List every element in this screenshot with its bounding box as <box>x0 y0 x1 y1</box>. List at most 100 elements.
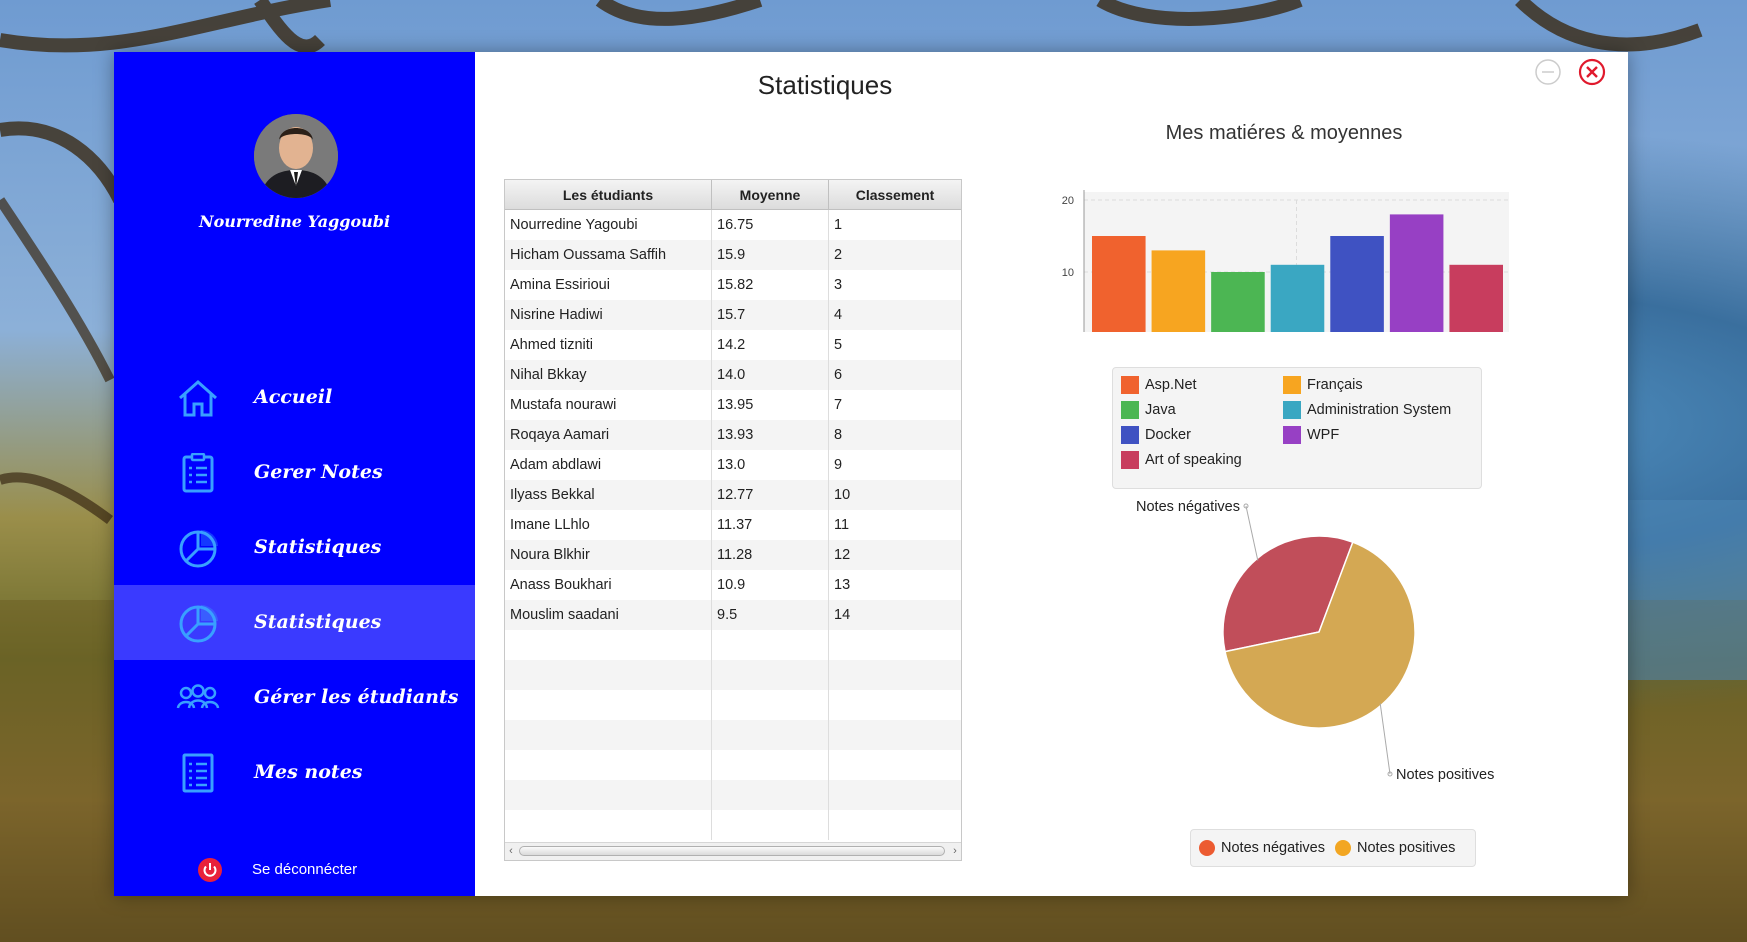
legend-label: Java <box>1145 402 1176 418</box>
moyenne-cell: 15.82 <box>712 270 829 300</box>
sidebar-item-gerer-notes[interactable]: Gerer Notes <box>114 435 475 510</box>
student-name-cell <box>505 810 712 840</box>
sidebar-item-gerer-etudiants[interactable]: Gérer les étudiants <box>114 660 475 735</box>
table-row[interactable]: Roqaya Aamari 13.93 8 <box>505 420 961 450</box>
moyenne-cell: 16.75 <box>712 210 829 240</box>
sidebar-item-statistiques[interactable]: Statistiques <box>114 510 475 585</box>
student-name-cell <box>505 720 712 750</box>
classement-cell: 5 <box>834 337 843 353</box>
scroll-right-icon[interactable]: › <box>949 843 961 860</box>
moyenne-cell: 11.37 <box>712 510 829 540</box>
classement-cell: 9 <box>834 457 843 473</box>
table-row[interactable]: Noura Blkhir 11.28 12 <box>505 540 961 570</box>
column-header-etudiants[interactable]: Les étudiants <box>505 180 712 209</box>
bar-administration-system[interactable] <box>1270 264 1325 332</box>
moyenne-cell <box>712 720 829 750</box>
table-row[interactable]: Adam abdlawi 13.0 9 <box>505 450 961 480</box>
bar-fran-ais[interactable] <box>1151 250 1206 332</box>
student-name-cell: Noura Blkhir <box>505 540 712 570</box>
students-table[interactable]: Les étudiants Moyenne Classement Nourred… <box>504 179 962 861</box>
pie-chart: Notes négatives Notes positives <box>1136 499 1494 783</box>
close-button[interactable] <box>1578 58 1606 86</box>
table-row[interactable]: Ahmed tizniti 14.2 5 <box>505 330 961 360</box>
scroll-left-icon[interactable]: ‹ <box>505 843 517 860</box>
moyenne-cell: 9.5 <box>712 600 829 630</box>
power-icon <box>198 858 222 882</box>
pie-chart-legend: Notes négatives Notes positives <box>1190 829 1476 867</box>
table-row-empty[interactable] <box>505 630 961 660</box>
table-row[interactable]: Anass Boukhari 10.9 13 <box>505 570 961 600</box>
pie-leader-line <box>1379 703 1391 775</box>
table-row-empty[interactable] <box>505 660 961 690</box>
sidebar-item-label: Gerer Notes <box>254 461 383 483</box>
legend-label: Français <box>1307 377 1363 393</box>
classement-cell <box>829 630 961 660</box>
column-header-moyenne[interactable]: Moyenne <box>712 180 829 209</box>
table-row[interactable]: Nisrine Hadiwi 15.7 4 <box>505 300 961 330</box>
student-name-cell: Ilyass Bekkal <box>505 480 712 510</box>
pie-legend-dot <box>1335 840 1351 856</box>
classement-cell <box>829 660 961 690</box>
bar-docker[interactable] <box>1330 236 1384 332</box>
moyenne-cell <box>712 750 829 780</box>
sidebar-item-mes-notes[interactable]: Mes notes <box>114 735 475 810</box>
moyenne-cell: 12.77 <box>712 480 829 510</box>
sidebar-item-label: Gérer les étudiants <box>254 686 459 708</box>
sidebar-item-label: Statistiques <box>254 536 382 558</box>
table-row-empty[interactable] <box>505 810 961 840</box>
moyenne-cell: 13.93 <box>712 420 829 450</box>
table-row[interactable]: Amina Essirioui 15.82 3 <box>505 270 961 300</box>
student-name-cell <box>505 660 712 690</box>
bar-asp-net[interactable] <box>1092 236 1146 332</box>
legend-swatch <box>1121 451 1139 469</box>
student-name-cell: Adam abdlawi <box>505 450 712 480</box>
table-row[interactable]: Nourredine Yagoubi 16.75 1 <box>505 210 961 240</box>
student-name-cell <box>505 750 712 780</box>
table-row[interactable]: Imane LLhlo 11.37 11 <box>505 510 961 540</box>
bar-wpf[interactable] <box>1389 214 1444 332</box>
scrollbar-thumb[interactable] <box>519 846 945 856</box>
avatar <box>254 114 338 198</box>
table-row[interactable]: Mouslim saadani 9.5 14 <box>505 600 961 630</box>
table-row-empty[interactable] <box>505 750 961 780</box>
table-row-empty[interactable] <box>505 690 961 720</box>
bar-chart-title: Mes matiéres & moyennes <box>1165 122 1403 144</box>
table-row-empty[interactable] <box>505 780 961 810</box>
moyenne-cell <box>712 630 829 660</box>
table-row[interactable]: Ilyass Bekkal 12.77 10 <box>505 480 961 510</box>
bar-chart-legend: Asp.Net Français Java Administration System… <box>1112 367 1482 489</box>
classement-cell <box>829 750 961 780</box>
column-header-classement[interactable]: Classement <box>829 180 961 209</box>
student-name-cell: Nisrine Hadiwi <box>505 300 712 330</box>
moyenne-cell: 15.9 <box>712 240 829 270</box>
legend-swatch <box>1121 376 1139 394</box>
moyenne-cell: 10.9 <box>712 570 829 600</box>
horizontal-scrollbar[interactable]: ‹ › <box>505 842 961 860</box>
student-name-cell <box>505 780 712 810</box>
table-header: Les étudiants Moyenne Classement <box>505 180 961 210</box>
pie-chart-icon <box>179 530 218 568</box>
home-icon <box>179 379 217 417</box>
classement-cell: 4 <box>834 307 843 323</box>
table-row[interactable]: Mustafa nourawi 13.95 7 <box>505 390 961 420</box>
table-row[interactable]: Hicham Oussama Saffih 15.9 2 <box>505 240 961 270</box>
logout-button[interactable]: Se déconnécter <box>198 858 438 884</box>
legend-swatch <box>1121 426 1139 444</box>
moyenne-cell: 14.0 <box>712 360 829 390</box>
classement-cell <box>829 780 961 810</box>
pie-chart-icon <box>179 605 218 643</box>
sidebar-item-statistiques-active[interactable]: Statistiques <box>114 585 475 660</box>
legend-label: Art of speaking <box>1145 452 1242 468</box>
student-name-cell: Mouslim saadani <box>505 600 712 630</box>
student-name-cell: Hicham Oussama Saffih <box>505 240 712 270</box>
bar-art-of-speaking[interactable] <box>1449 264 1503 332</box>
table-row-empty[interactable] <box>505 720 961 750</box>
classement-cell: 12 <box>834 547 851 563</box>
legend-swatch <box>1121 401 1139 419</box>
student-name-cell: Ahmed tizniti <box>505 330 712 360</box>
table-row[interactable]: Nihal Bkkay 14.0 6 <box>505 360 961 390</box>
legend-label: Administration System <box>1307 402 1452 418</box>
bar-java[interactable] <box>1211 272 1265 332</box>
sidebar-item-accueil[interactable]: Accueil <box>114 360 475 435</box>
minimize-button[interactable] <box>1534 58 1562 86</box>
